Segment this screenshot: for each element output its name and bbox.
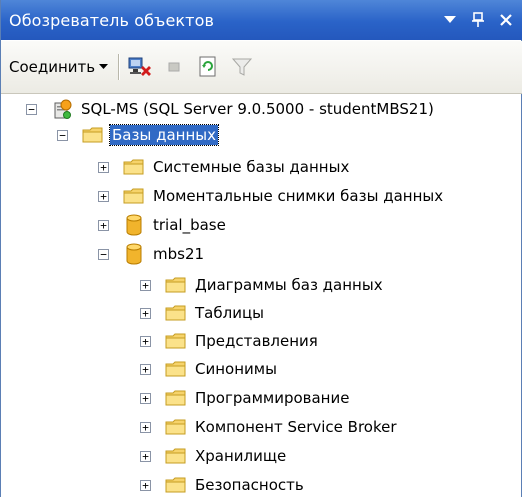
refresh-icon[interactable] <box>195 54 221 80</box>
tree-node-child[interactable]: + Компонент Service Broker <box>140 414 399 440</box>
tree-node-child[interactable]: + Диаграммы баз данных <box>140 272 385 298</box>
pin-icon[interactable] <box>469 11 487 29</box>
expand-toggle[interactable]: + <box>140 479 151 491</box>
tree-label-security: Безопасность <box>195 476 304 494</box>
toolbar-separator <box>118 54 120 80</box>
folder-icon <box>165 475 187 495</box>
expand-toggle[interactable]: + <box>98 219 109 231</box>
tree-label-trial-base: trial_base <box>153 216 226 234</box>
filter-icon[interactable] <box>229 54 255 80</box>
folder-icon <box>165 388 187 408</box>
tree-label-system-dbs: Системные базы данных <box>153 158 350 176</box>
connect-label: Соединить <box>9 58 96 76</box>
expand-toggle[interactable]: + <box>140 421 151 433</box>
tree-node-trial-base[interactable]: + trial_base <box>98 212 228 238</box>
expand-toggle[interactable]: + <box>140 335 151 347</box>
tree-node-databases[interactable]: − Базы данных <box>57 122 219 148</box>
close-icon[interactable] <box>497 11 515 29</box>
expand-toggle[interactable]: + <box>98 161 109 173</box>
folder-icon <box>123 157 145 177</box>
tree-label-tables: Таблицы <box>195 304 264 322</box>
toolbar: Соединить <box>1 41 522 94</box>
title-bar: Обозреватель объектов <box>1 0 522 40</box>
tree-label-mbs21: mbs21 <box>153 245 205 263</box>
expand-toggle[interactable]: + <box>140 450 151 462</box>
tree-label-databases: Базы данных <box>109 124 219 146</box>
folder-icon <box>165 275 187 295</box>
disconnect-icon[interactable] <box>127 54 153 80</box>
tree-label-programmability: Программирование <box>195 389 350 407</box>
expand-toggle[interactable]: + <box>140 392 151 404</box>
expand-toggle[interactable]: + <box>98 190 109 202</box>
chevron-down-icon <box>99 64 109 69</box>
tree-label-views: Представления <box>195 332 318 350</box>
collapse-toggle[interactable]: − <box>57 129 68 141</box>
tree-label-server: SQL-MS (SQL Server 9.0.5000 - studentMBS… <box>81 100 434 118</box>
tree-label-synonyms: Синонимы <box>195 360 277 378</box>
tree-node-snapshots[interactable]: + Моментальные снимки базы данных <box>98 183 445 209</box>
tree-node-mbs21[interactable]: − mbs21 <box>98 241 206 267</box>
dropdown-arrow-icon[interactable] <box>441 11 459 29</box>
tree-label-snapshots: Моментальные снимки базы данных <box>153 187 444 205</box>
folder-icon <box>165 417 187 437</box>
database-icon <box>123 243 145 265</box>
panel-title: Обозреватель объектов <box>9 10 215 30</box>
tree-node-child[interactable]: + Синонимы <box>140 356 279 382</box>
tree-node-child[interactable]: + Программирование <box>140 385 351 411</box>
tree-node-child[interactable]: + Таблицы <box>140 300 266 326</box>
folder-icon <box>165 446 187 466</box>
connect-button[interactable]: Соединить <box>9 58 109 76</box>
collapse-toggle[interactable]: − <box>98 248 109 260</box>
folder-icon <box>165 331 187 351</box>
stop-icon[interactable] <box>161 54 187 80</box>
expand-toggle[interactable]: + <box>140 307 151 319</box>
expand-toggle[interactable]: + <box>140 363 151 375</box>
expand-toggle[interactable]: + <box>140 279 151 291</box>
object-explorer-panel: Обозреватель объектов Соединить − SQL-MS… <box>0 0 522 497</box>
folder-icon <box>165 359 187 379</box>
tree-node-child[interactable]: + Представления <box>140 328 320 354</box>
server-icon <box>51 99 73 119</box>
database-icon <box>123 214 145 236</box>
collapse-toggle[interactable]: − <box>26 103 37 115</box>
tree-node-child[interactable]: + Безопасность <box>140 472 306 498</box>
folder-icon <box>82 125 104 145</box>
tree-label-service-broker: Компонент Service Broker <box>195 418 397 436</box>
tree-label-storage: Хранилище <box>195 447 287 465</box>
folder-icon <box>123 186 145 206</box>
tree-node-child[interactable]: + Хранилище <box>140 443 288 469</box>
tree-node-server[interactable]: − SQL-MS (SQL Server 9.0.5000 - studentM… <box>26 96 436 122</box>
tree-label-diagrams: Диаграммы баз данных <box>195 276 383 294</box>
tree-node-system-dbs[interactable]: + Системные базы данных <box>98 154 351 180</box>
folder-icon <box>165 303 187 323</box>
